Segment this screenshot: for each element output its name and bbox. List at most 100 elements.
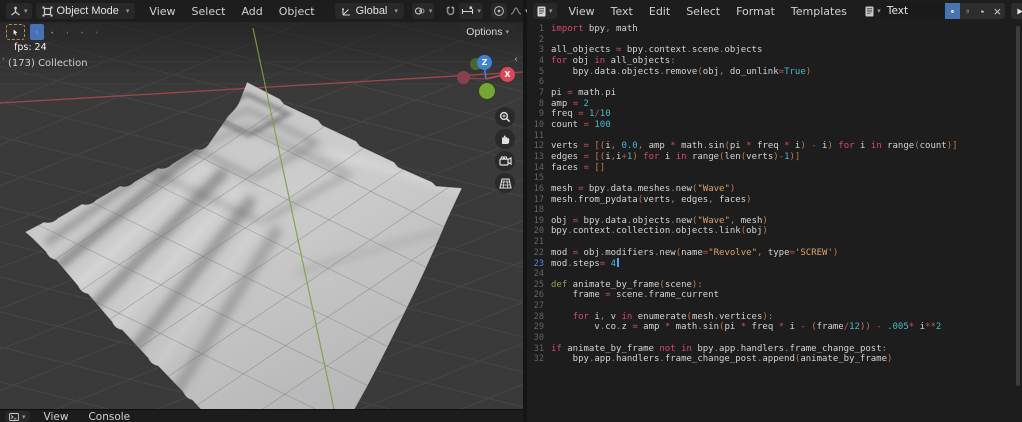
datablock-browse-dropdown[interactable]: ▾ <box>865 3 881 19</box>
snap-target-dropdown[interactable]: ▾ <box>459 3 483 19</box>
pan-view-button[interactable] <box>495 129 515 149</box>
text-menu-text[interactable]: Text <box>603 5 641 18</box>
code-line: 20 bpy.context.collection.objects.link(ob… <box>527 226 1022 237</box>
code-line: 13 edges = [(i,i+1) for i in range(len(ve… <box>527 152 1022 163</box>
editor-type-button-text[interactable]: ▾ <box>533 3 557 19</box>
sidebar-collapse-arrow[interactable]: ‹ <box>514 54 518 65</box>
fps-overlay: fps: 24 <box>14 42 47 53</box>
line-number: 1 <box>538 24 544 34</box>
chevron-down-icon: ▾ <box>125 8 130 15</box>
select-mode-invert-button[interactable] <box>75 24 89 40</box>
text-menu-templates[interactable]: Templates <box>783 5 855 18</box>
code-lines: 1 import bpy, math 2 3 all_objects = bpy.con… <box>527 24 1022 365</box>
gizmo-z-ball[interactable]: Z <box>477 55 492 70</box>
code-line: 25 def animate_by_frame(scene): <box>527 280 1022 291</box>
gizmo-x-neg-ball[interactable] <box>457 71 470 84</box>
viewport-3d-canvas[interactable]: Options ▾ fps: 24 › (173) Collection Z X <box>0 22 523 409</box>
select-mode-subtract-button[interactable] <box>60 24 74 40</box>
text-menu-format[interactable]: Format <box>728 5 783 18</box>
invert-select-icon <box>81 31 83 33</box>
snap-magnet-toggle[interactable] <box>442 3 458 19</box>
line-number: 20 <box>533 226 544 237</box>
text-menu-select[interactable]: Select <box>678 5 728 18</box>
cursor-arrow-icon <box>13 28 18 35</box>
code-line: 1 import bpy, math <box>527 24 1022 35</box>
console-menu-view[interactable]: View <box>34 411 79 422</box>
editor-scrollbar[interactable] <box>1016 26 1020 386</box>
proportional-editing-toggle[interactable] <box>490 3 507 19</box>
line-number: 22 <box>533 247 544 258</box>
select-mode-new-button[interactable] <box>30 24 44 40</box>
texteditor-pane: ▾ View Text Edit Select Format Templates… <box>527 0 1022 422</box>
gizmo-y-ball[interactable] <box>478 82 496 100</box>
gizmo-x-ball[interactable]: X <box>500 67 515 82</box>
console-header: ▾ View Console <box>0 409 523 422</box>
pivot-point-dropdown[interactable]: ▾ <box>411 3 435 19</box>
datablock-name: Text <box>886 5 909 17</box>
duplicate-icon <box>965 9 969 13</box>
line-number: 15 <box>533 173 544 184</box>
chevron-down-icon: ▾ <box>22 413 26 421</box>
mode-dropdown[interactable]: Object Mode ▾ <box>35 3 136 19</box>
menu-select[interactable]: Select <box>184 5 234 18</box>
code-line: 30 <box>527 333 1022 344</box>
chevron-down-icon: ▾ <box>394 8 398 15</box>
code-line: 28 for i, v in enumerate(mesh.vertices): <box>527 312 1022 323</box>
editor-type-button-3dview[interactable]: ▾ <box>6 3 32 19</box>
editor-type-button-console[interactable]: ▾ <box>5 411 30 422</box>
line-number: 26 <box>533 290 544 301</box>
shield-check-icon <box>950 9 954 13</box>
code-line: 31 if animate_by_frame not in bpy.app.han… <box>527 344 1022 355</box>
transform-orientation-dropdown[interactable]: Global ▾ <box>334 3 404 19</box>
fake-user-shield-toggle[interactable] <box>944 3 960 19</box>
unlink-text-button[interactable]: × <box>989 3 1005 19</box>
zoom-view-button[interactable] <box>495 107 515 127</box>
active-collection-overlay: (173) Collection <box>8 58 88 69</box>
navigation-gizmo[interactable]: Z X <box>452 30 522 102</box>
text-menu-view[interactable]: View <box>561 5 603 18</box>
select-mode-extend-button[interactable] <box>45 24 59 40</box>
text-menu-edit[interactable]: Edit <box>641 5 678 18</box>
code-line: 11 <box>527 131 1022 142</box>
new-text-copy-button[interactable] <box>959 3 975 19</box>
code-line: 29 v.co.z = amp * math.sin(pi * freq * i… <box>527 322 1022 333</box>
menu-object[interactable]: Object <box>271 5 323 18</box>
perspective-toggle-button[interactable] <box>495 173 515 193</box>
datablock-name-field[interactable]: Text <box>880 3 945 19</box>
chevron-down-icon: ▾ <box>428 8 433 15</box>
code-line: 5 bpy.data.objects.remove(obj, do_unlink… <box>527 67 1022 78</box>
tool-header <box>6 24 104 40</box>
console-menu-console[interactable]: Console <box>78 411 140 422</box>
tweak-select-tool-button[interactable] <box>6 24 25 40</box>
code-line: 10 count = 100 <box>527 120 1022 131</box>
code-line: 27 <box>527 301 1022 312</box>
code-line: 9 freq = 1/10 <box>527 109 1022 120</box>
menu-add[interactable]: Add <box>233 5 270 18</box>
open-text-folder-button[interactable] <box>974 3 990 19</box>
line-number: 32 <box>533 354 544 365</box>
line-number: 30 <box>533 333 544 344</box>
texteditor-header: ▾ View Text Edit Select Format Templates… <box>527 0 1022 22</box>
run-script-button[interactable] <box>1010 3 1022 19</box>
line-number: 13 <box>533 151 544 162</box>
gizmo-x-label: X <box>504 70 511 79</box>
line-number: 31 <box>533 343 544 354</box>
camera-view-button[interactable] <box>495 151 515 171</box>
code-editor[interactable]: 1 import bpy, math 2 3 all_objects = bpy.con… <box>527 22 1022 422</box>
subtract-select-icon <box>66 31 68 33</box>
menu-view[interactable]: View <box>141 5 183 18</box>
line-number: 21 <box>533 237 544 248</box>
text-file-icon <box>865 6 874 17</box>
chevron-down-icon: ▾ <box>24 8 28 15</box>
folder-icon <box>980 10 984 12</box>
code-line: 4 for obj in all_objects: <box>527 56 1022 67</box>
collection-expand-mark: › <box>2 55 5 63</box>
line-number: 8 <box>538 98 544 109</box>
code-line: 23 mod.steps= 4 <box>527 258 1022 269</box>
play-icon <box>1017 8 1022 14</box>
select-mode-group <box>30 24 104 40</box>
select-mode-intersect-button[interactable] <box>90 24 104 40</box>
blender-window: ▾ Object Mode ▾ View Select Add Object G… <box>0 0 1022 422</box>
orientation-label: Global <box>355 5 388 17</box>
chevron-down-icon: ▾ <box>549 8 553 15</box>
